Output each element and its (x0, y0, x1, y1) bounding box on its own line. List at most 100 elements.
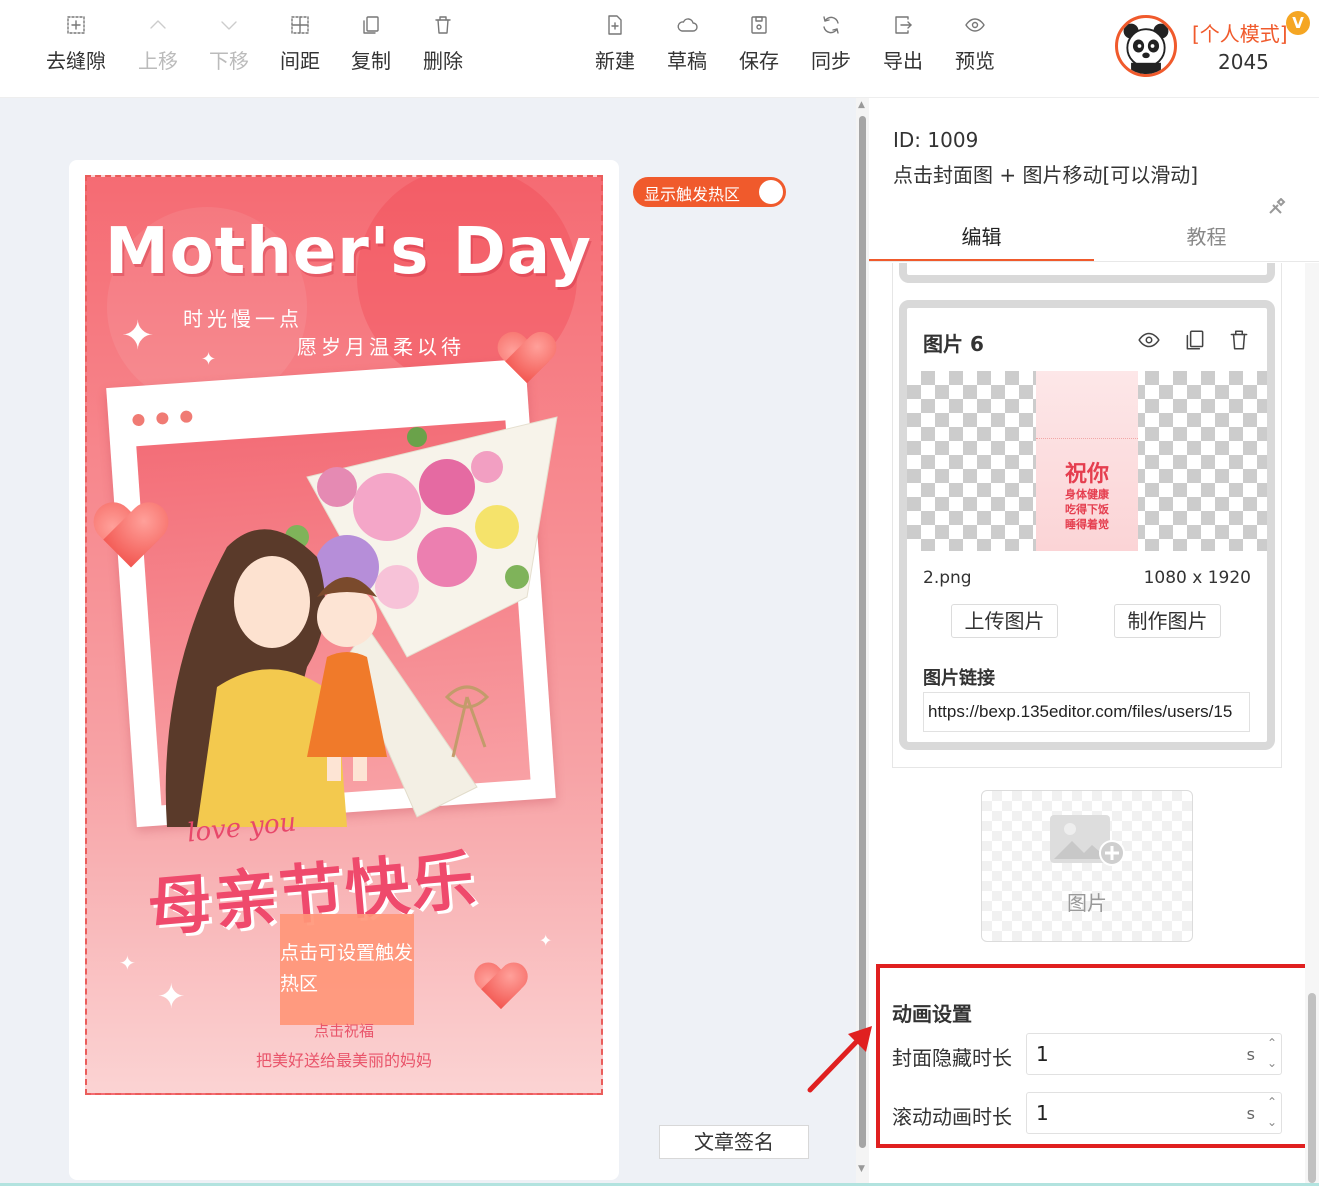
make-image-button[interactable]: 制作图片 (1114, 604, 1221, 638)
add-image-label: 图片 (1067, 891, 1107, 915)
copy-icon[interactable] (1183, 328, 1207, 352)
spacing-button[interactable]: 间距 (268, 14, 332, 74)
move-up-button[interactable]: 上移 (126, 14, 190, 74)
delete-label: 删除 (423, 49, 463, 73)
preview-small: 睡得着觉 (1065, 518, 1109, 531)
eye-icon (965, 18, 985, 32)
tab-edit[interactable]: 编辑 (869, 213, 1094, 261)
sparkle-icon: ✦ (157, 977, 186, 1017)
chevron-down-icon (221, 21, 237, 30)
save-label: 保存 (739, 49, 779, 73)
avatar[interactable] (1115, 15, 1177, 77)
draft-button[interactable]: 草稿 (655, 14, 719, 74)
preview-thumbnail: 祝你 身体健康 吃得下饭 睡得着觉 (1036, 371, 1138, 551)
image-link-label: 图片链接 (923, 668, 995, 689)
poster-image[interactable]: Mother's Day 时光慢一点 愿岁月温柔以待 ✦ ✦ love you … (85, 175, 603, 1095)
vip-badge: V (1286, 11, 1310, 35)
spacing-icon (291, 16, 309, 34)
tap-blessing-text: 点击祝福 (313, 1022, 374, 1040)
frame-dot (132, 413, 145, 427)
heart-icon (473, 963, 529, 1013)
show-hotspot-label: 显示触发热区 (644, 185, 741, 204)
preview-small: 身体健康 (1065, 488, 1109, 501)
scroll-down-arrow-icon[interactable]: ▼ (858, 1164, 865, 1174)
bouquet-illustration (165, 416, 558, 827)
article-signature-button[interactable]: 文章签名 (659, 1125, 809, 1159)
preview-label: 预览 (955, 49, 995, 73)
highlight-box (876, 964, 1311, 1148)
scroll-up-arrow-icon[interactable]: ▲ (858, 100, 865, 110)
add-image-button[interactable]: 图片 (981, 790, 1193, 942)
poster-title: Mother's Day (105, 215, 592, 289)
upload-image-button[interactable]: 上传图片 (951, 604, 1058, 638)
show-hotspot-toggle[interactable]: 显示触发热区 (633, 177, 786, 207)
sync-icon (823, 16, 839, 34)
trash-icon (435, 16, 451, 34)
sync-label: 同步 (811, 49, 851, 73)
preview-small: 吃得下饭 (1065, 503, 1109, 516)
panel-scroll-thumb[interactable] (1308, 993, 1316, 1183)
new-file-icon (608, 15, 622, 35)
eye-icon[interactable] (1137, 328, 1161, 352)
sparkle-icon: ✦ (539, 931, 553, 950)
user-number: 2045 (1218, 50, 1269, 74)
sync-button[interactable]: 同步 (799, 14, 863, 74)
new-label: 新建 (595, 49, 635, 73)
tab-edit-label: 编辑 (961, 225, 1002, 249)
sparkle-icon: ✦ (201, 349, 217, 370)
toggle-knob (759, 180, 783, 204)
sparkle-icon: ✦ (121, 313, 155, 359)
export-button[interactable]: 导出 (871, 14, 935, 74)
chevron-up-icon (150, 20, 166, 29)
preview-line (1036, 379, 1138, 439)
upload-image-label: 上传图片 (964, 609, 1045, 633)
move-down-button[interactable]: 下移 (197, 14, 261, 74)
image-card: 图片 6 祝你 身体健康 吃得下饭 睡得着觉 2.png 1080 x 1920… (899, 300, 1275, 750)
trash-icon[interactable] (1227, 328, 1251, 352)
add-image-icon (1050, 815, 1125, 866)
make-image-label: 制作图片 (1127, 609, 1208, 633)
draft-label: 草稿 (667, 49, 707, 73)
save-button[interactable]: 保存 (727, 14, 791, 74)
component-description: 点击封面图 + 图片移动[可以滑动] (893, 163, 1199, 187)
image-card-title: 图片 6 (923, 332, 984, 356)
previous-card-edge (899, 263, 1275, 283)
copy-button[interactable]: 复制 (339, 14, 403, 74)
save-icon (751, 16, 767, 34)
remove-gap-icon (67, 16, 85, 34)
move-down-label: 下移 (209, 49, 249, 73)
heart-icon (496, 333, 558, 388)
new-button[interactable]: 新建 (583, 14, 647, 74)
copy-icon (363, 16, 379, 34)
panel-scrollbar[interactable] (1305, 263, 1319, 1183)
panda-icon (1123, 23, 1169, 74)
hotspot-area[interactable]: 点击可设置触发热区 (280, 914, 414, 1025)
preview-button[interactable]: 预览 (943, 14, 1007, 74)
heart-icon (92, 503, 170, 573)
preview-big: 祝你 (1064, 462, 1109, 487)
export-label: 导出 (883, 49, 923, 73)
remove-gap-label: 去缝隙 (46, 49, 106, 73)
article-signature-label: 文章签名 (694, 1130, 774, 1154)
tab-tutorial-label: 教程 (1186, 225, 1227, 249)
poster-caption: 把美好送给最美丽的妈妈 (255, 1051, 432, 1070)
poster-subtitle-2: 愿岁月温柔以待 (297, 335, 465, 359)
component-id: ID: 1009 (893, 128, 979, 152)
sparkle-icon: ✦ (119, 951, 136, 975)
remove-gap-button[interactable]: 去缝隙 (44, 14, 108, 74)
canvas-scroll-thumb[interactable] (859, 116, 866, 1148)
poster-subtitle-1: 时光慢一点 (183, 307, 303, 331)
tab-tutorial[interactable]: 教程 (1094, 213, 1319, 261)
cloud-icon (677, 18, 698, 32)
image-dimensions: 1080 x 1920 (1143, 568, 1251, 588)
top-toolbar: 去缝隙 上移 下移 间距 复制 删除 新建 草稿 保存 同步 导出 预览 [个人… (0, 0, 1319, 98)
export-icon (895, 16, 912, 34)
hotspot-text: 点击可设置触发热区 (280, 942, 414, 995)
move-up-label: 上移 (138, 49, 178, 73)
image-filename: 2.png (923, 568, 972, 588)
personal-mode-label[interactable]: [个人模式] (1192, 18, 1288, 47)
image-link-input[interactable] (923, 692, 1250, 732)
delete-button[interactable]: 删除 (411, 14, 475, 74)
image-preview[interactable]: 祝你 身体健康 吃得下饭 睡得着觉 (907, 371, 1267, 551)
copy-label: 复制 (351, 49, 391, 73)
